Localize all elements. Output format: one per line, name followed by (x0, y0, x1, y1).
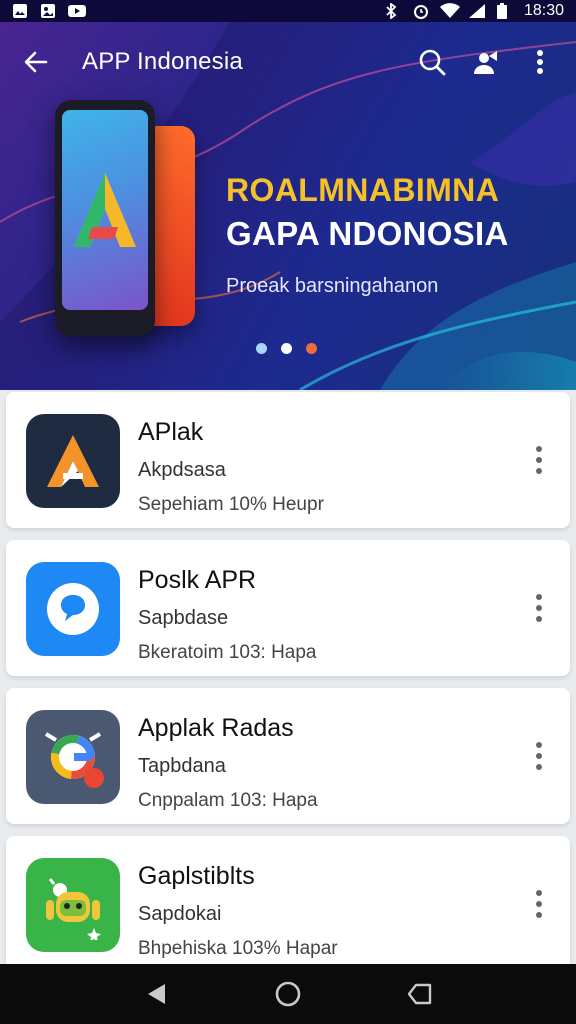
gallery-icon (12, 3, 28, 19)
list-item[interactable]: Poslk APR Sapbdase Bkeratoim 103: Hapa (6, 540, 570, 676)
app-meta: Sepehiam 10% Heupr (138, 494, 324, 515)
app-meta: Bhpehiska 103% Hapar (138, 938, 338, 959)
app-category: Sapbdase (138, 607, 229, 629)
phone-front-illustration (55, 100, 155, 336)
app-name: Applak Radas (138, 714, 294, 742)
app-name: Poslk APR (138, 566, 257, 594)
list-item[interactable]: APlak Akpdsasa Sepehiam 10% Heupr (6, 392, 570, 528)
status-bar: 18:30 (0, 0, 576, 22)
home-circle-icon[interactable] (268, 974, 308, 1014)
recents-icon[interactable] (400, 974, 440, 1014)
alarm-icon (412, 3, 430, 19)
arrow-left-icon[interactable] (20, 46, 52, 78)
app-meta: Cnppalam 103: Hapa (138, 790, 318, 811)
app-name: APlak (138, 418, 204, 446)
more-vert-icon[interactable] (526, 736, 552, 776)
list-item[interactable]: Applak Radas Tapbdana Cnppalam 103: Hapa (6, 688, 570, 824)
app-meta: Bkeratoim 103: Hapa (138, 642, 317, 663)
app-category: Sapdokai (138, 903, 222, 925)
wifi-icon (439, 3, 460, 19)
a-logo-icon (26, 414, 120, 508)
android-robot-icon (26, 858, 120, 952)
carousel-dot[interactable] (256, 343, 267, 354)
youtube-icon (68, 3, 86, 19)
banner-tagline: Proeak barsningahanon (226, 275, 439, 297)
list-item[interactable]: Gaplstiblts Sapdokai Bhpehiska 103% Hapa… (6, 836, 570, 964)
banner-headline: ROALMNABIMNA (226, 172, 500, 208)
app-bar: APP Indonesia (0, 22, 576, 102)
signal-icon (468, 3, 486, 19)
share-person-icon[interactable] (470, 46, 502, 78)
app-name: Gaplstiblts (138, 862, 255, 890)
carousel-dot-active[interactable] (306, 343, 317, 354)
search-icon[interactable] (416, 46, 448, 78)
bluetooth-icon (384, 2, 402, 20)
more-vert-icon[interactable] (526, 884, 552, 924)
page-title: APP Indonesia (82, 48, 243, 75)
battery-icon (496, 3, 514, 19)
app-list: APlak Akpdsasa Sepehiam 10% Heupr Poslk … (0, 390, 576, 964)
app-category: Tapbdana (138, 755, 226, 777)
chat-bubble-icon (26, 562, 120, 656)
app-category: Akpdsasa (138, 459, 226, 481)
a-logo-icon (74, 173, 136, 247)
hero-banner[interactable]: APP Indonesia ROALMNABIMNA GAPA NDONOSIA… (0, 22, 576, 390)
image-icon (40, 3, 56, 19)
system-nav-bar (0, 964, 576, 1024)
more-vert-icon[interactable] (526, 588, 552, 628)
banner-subheadline: GAPA NDONOSIA (226, 215, 509, 252)
carousel-dot[interactable] (281, 343, 292, 354)
status-time: 18:30 (523, 2, 564, 19)
more-vert-icon[interactable] (526, 440, 552, 480)
carousel-dots (256, 343, 317, 354)
back-triangle-icon[interactable] (136, 974, 176, 1014)
phone-illustration (55, 100, 205, 340)
g-badge-icon (26, 710, 120, 804)
more-vert-icon[interactable] (524, 46, 556, 78)
